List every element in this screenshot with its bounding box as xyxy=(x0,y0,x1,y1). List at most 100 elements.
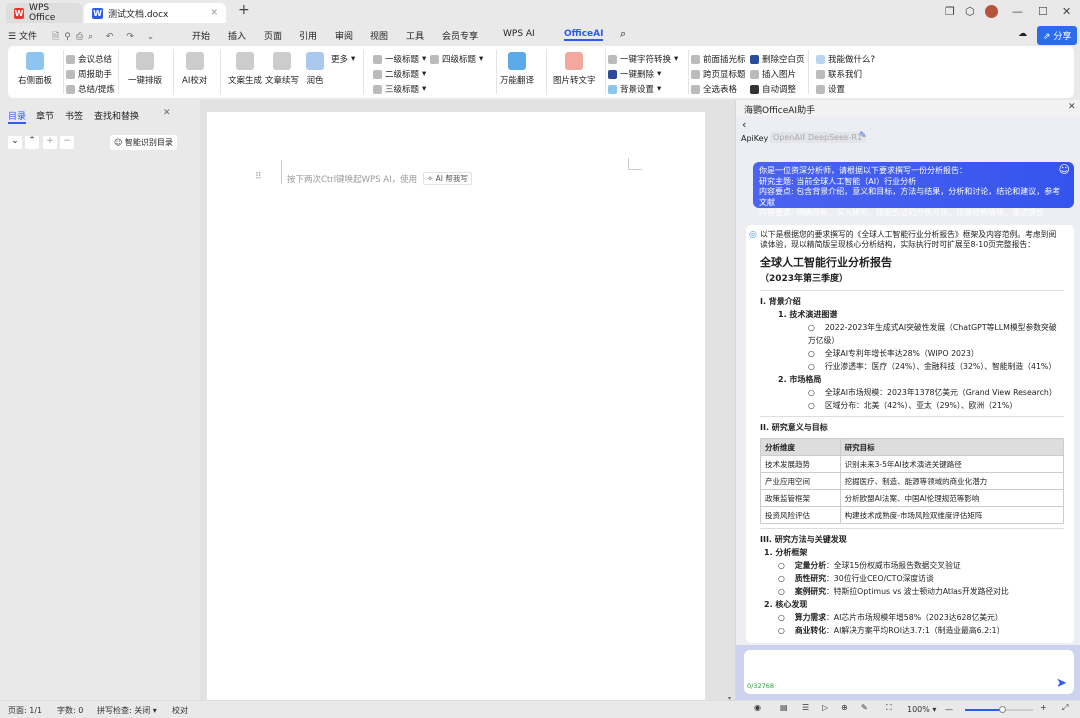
insert-cursor-button[interactable]: 前面插光标 xyxy=(691,53,746,65)
weekly-report-button[interactable]: 周报助手 xyxy=(66,68,112,80)
back-icon[interactable]: ‹ xyxy=(742,118,746,131)
menu-insert[interactable]: 插入 xyxy=(228,29,246,42)
ai-logo-icon: ◎ xyxy=(749,230,757,240)
heading3-button[interactable]: 三级标题 ▾ xyxy=(373,83,426,95)
close-window-icon[interactable]: ✕ xyxy=(1062,5,1071,18)
search-icon[interactable]: ⌕ xyxy=(620,27,626,41)
zoom-out-icon[interactable]: — xyxy=(945,705,953,714)
minimize-icon[interactable]: — xyxy=(1012,5,1023,18)
menu-page[interactable]: 页面 xyxy=(264,29,282,42)
insert-image-button[interactable]: 插入图片 xyxy=(750,68,796,80)
menu-member[interactable]: 会员专享 xyxy=(442,29,478,42)
menu-home[interactable]: 开始 xyxy=(192,29,210,42)
heading1-button[interactable]: 一级标题 ▾ xyxy=(373,53,426,65)
close-panel-icon[interactable]: ✕ xyxy=(1068,102,1076,112)
close-tab-icon[interactable]: ✕ xyxy=(210,8,218,18)
select-table-button[interactable]: 全选表格 xyxy=(691,83,737,95)
pen-icon[interactable]: ✎ xyxy=(861,703,868,712)
title-bar: W WPS Office W 测试文档.docx ✕ + ❐ ⬡ — ☐ ✕ xyxy=(0,0,1080,24)
tab-document[interactable]: W 测试文档.docx ✕ xyxy=(84,3,226,23)
text-layout-icon xyxy=(136,52,154,70)
polish-button[interactable]: 润色 xyxy=(306,52,324,86)
close-pane-icon[interactable]: ✕ xyxy=(163,108,171,118)
menu-review[interactable]: 审阅 xyxy=(335,29,353,42)
zoom-slider[interactable] xyxy=(965,706,1033,713)
trash-icon xyxy=(608,69,617,79)
zoom-slider-handle[interactable] xyxy=(999,706,1007,713)
continue-writing-button[interactable]: 文章续写 xyxy=(265,52,299,86)
share-button[interactable]: ⇗ 分享 xyxy=(1037,26,1078,45)
meeting-summary-button[interactable]: 会议总结 xyxy=(66,53,112,65)
tab-chapters[interactable]: 章节 xyxy=(36,109,54,122)
one-click-layout-button[interactable]: 一键排版 xyxy=(128,52,162,86)
new-tab-button[interactable]: + xyxy=(238,2,250,18)
remove-level-icon[interactable]: − xyxy=(60,136,74,149)
drag-handle-icon[interactable]: ⠿ xyxy=(255,172,262,182)
image-to-text-button[interactable]: 图片转文字 xyxy=(553,52,596,86)
menu-view[interactable]: 视图 xyxy=(370,29,388,42)
what-can-i-do-button[interactable]: 我能做什么? xyxy=(816,53,875,65)
document-page[interactable]: ⠿ 按下两次Ctrl键唤起WPS AI，使用 ✧ AI 帮我写 xyxy=(207,112,705,702)
chat-input[interactable]: 0/32768 ➤ xyxy=(744,650,1074,694)
char-convert-button[interactable]: 一键字符转换 ▾ xyxy=(608,53,678,65)
play-icon[interactable]: ▷ xyxy=(822,703,828,712)
menu-tools[interactable]: 工具 xyxy=(406,29,424,42)
user-avatar-icon: ☺ xyxy=(1058,163,1070,176)
copy-generate-button[interactable]: 文案生成 xyxy=(228,52,262,86)
one-click-delete-button[interactable]: 一键删除 ▾ xyxy=(608,68,661,80)
send-icon[interactable]: ➤ xyxy=(1056,676,1067,691)
add-level-icon[interactable]: + xyxy=(43,136,57,149)
smart-toc-button[interactable]: ☺ 智能识别目录 xyxy=(110,135,177,150)
tab-find-replace[interactable]: 查找和替换 xyxy=(94,109,139,122)
eye-icon[interactable]: ◉ xyxy=(754,703,761,712)
model-select[interactable]: DeepSeek-R1 xyxy=(805,132,866,143)
window-layout-icon[interactable]: ❐ xyxy=(945,5,955,18)
tab-toc[interactable]: 目录 xyxy=(8,109,27,124)
heading4-button[interactable]: 四级标题 ▾ xyxy=(430,53,483,65)
background-settings-button[interactable]: 背景设置 ▾ xyxy=(608,83,661,95)
fullscreen-icon[interactable]: ⤢ xyxy=(1062,703,1068,713)
avatar[interactable] xyxy=(985,5,998,18)
proofread-status[interactable]: 校对 xyxy=(172,705,188,716)
menu-references[interactable]: 引用 xyxy=(299,29,317,42)
right-panel-button[interactable]: 右侧面板 xyxy=(18,52,52,86)
wps-logo-icon: W xyxy=(14,7,25,19)
settings-button[interactable]: 设置 xyxy=(816,83,845,95)
auto-adjust-button[interactable]: 自动调整 xyxy=(750,83,796,95)
word-count[interactable]: 字数: 0 xyxy=(57,705,83,716)
maximize-icon[interactable]: ☐ xyxy=(1038,5,1048,18)
heading2-button[interactable]: 二级标题 ▾ xyxy=(373,68,426,80)
menu-wps-ai[interactable]: WPS AI xyxy=(503,29,535,39)
ai-write-button[interactable]: ✧ AI 帮我写 xyxy=(423,172,472,185)
cloud-upload-icon[interactable]: ☁ xyxy=(1018,29,1027,39)
translate-button[interactable]: 万能翻译 xyxy=(500,52,534,86)
spell-check[interactable]: 拼写检查: 关闭 ▾ xyxy=(97,705,157,716)
outline-view-icon[interactable]: ☰ xyxy=(802,703,809,712)
chart-line-icon xyxy=(273,52,291,70)
page-count: 页面: 1/1 xyxy=(8,706,43,715)
tab-wps-office[interactable]: W WPS Office xyxy=(6,3,82,23)
edit-icon[interactable]: ✎ xyxy=(859,131,867,141)
web-view-icon[interactable]: ⊕ xyxy=(841,703,848,712)
quick-access-toolbar[interactable]: 🗎⚲⎙⌕ ↶ ↷ ⌄ xyxy=(52,29,159,45)
margin-mark xyxy=(281,160,282,184)
expand-icon[interactable]: ⌄ xyxy=(8,136,22,149)
h1-icon xyxy=(373,54,382,64)
fit-icon[interactable]: ⛶ xyxy=(886,703,892,713)
menu-file[interactable]: ☰ 文件 xyxy=(8,29,37,42)
page-view-icon[interactable]: ▤ xyxy=(780,703,788,712)
more-button[interactable]: 更多 ▾ xyxy=(331,53,355,65)
tab-bookmarks[interactable]: 书签 xyxy=(65,109,83,122)
collapse-icon[interactable]: ⌃ xyxy=(25,136,39,149)
report-icon xyxy=(66,69,75,79)
zoom-in-icon[interactable]: + xyxy=(1040,703,1047,712)
summarize-button[interactable]: 总结/提炼 xyxy=(66,83,115,95)
zoom-level[interactable]: 100% ▾ xyxy=(907,705,936,714)
cube-icon[interactable]: ⬡ xyxy=(965,5,975,18)
menu-officeai[interactable]: OfficeAI xyxy=(564,29,604,41)
contact-us-button[interactable]: 联系我们 xyxy=(816,68,862,80)
ai-proofread-button[interactable]: AI校对 xyxy=(182,52,207,86)
delete-blank-page-button[interactable]: 删除空白页 xyxy=(750,53,805,65)
repeat-header-button[interactable]: 跨页显标题 xyxy=(691,68,746,80)
goals-table: 分析维度 研究目标 技术发展趋势 识别未来3-5年AI技术演进关键路径 产业应用空间… xyxy=(760,438,1065,524)
